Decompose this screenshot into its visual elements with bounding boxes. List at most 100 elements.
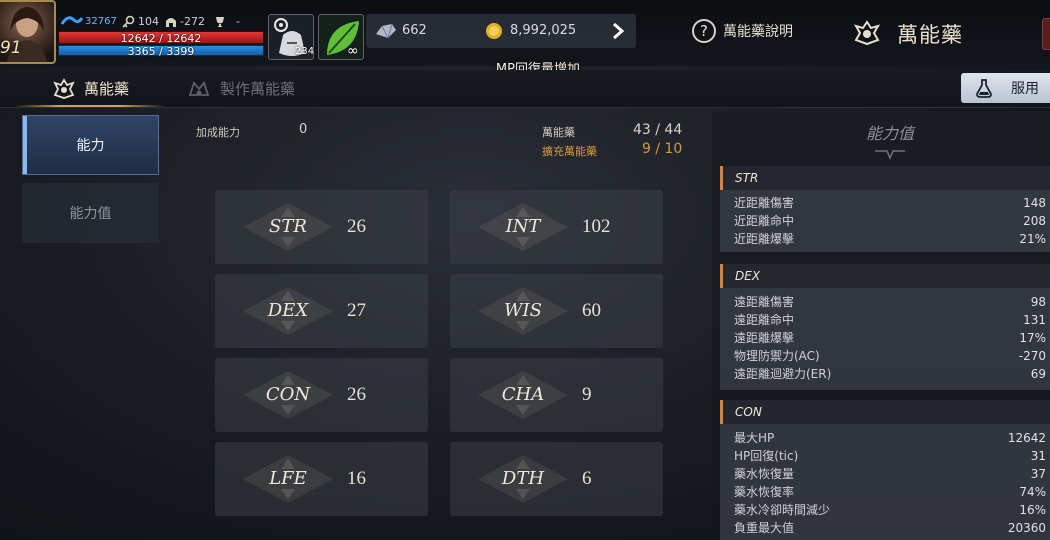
mp-text: 3365 / 3399 xyxy=(127,45,195,58)
expand-potion-count: 9 / 10 xyxy=(642,141,683,157)
exp-icon xyxy=(60,13,84,27)
tab-potion-label: 萬能藥 xyxy=(84,80,130,98)
chevron-right-icon xyxy=(613,22,625,40)
row-label: 藥水冷卻時間減少 xyxy=(734,503,831,517)
use-button-label: 服用 xyxy=(1011,81,1039,97)
section-dex: DEX 遠距離傷害 98 遠距離命中 131 遠距離爆擊 17% 物理防禦力(AC) -… xyxy=(720,264,1050,390)
gold-coin-icon xyxy=(484,21,504,41)
slot2-badge: ∞ xyxy=(347,43,359,59)
help-button[interactable]: ? 萬能藥說明 xyxy=(692,16,793,46)
row-value: 31 xyxy=(1030,449,1046,463)
potion-count-label: 萬能藥 xyxy=(542,126,575,139)
ornament-icon xyxy=(875,145,905,160)
list-item: HP回復(tic) 31 xyxy=(734,447,1046,465)
row-value: 74% xyxy=(1019,485,1046,499)
section-str: STR 近距離傷害 148 近距離命中 208 近距離爆擊 21% xyxy=(720,166,1050,252)
row-label: 遠距離迴避力(ER) xyxy=(734,367,832,381)
stat-name: INT xyxy=(505,216,541,237)
close-button[interactable] xyxy=(1042,18,1050,50)
stat-value: 26 xyxy=(347,384,366,405)
bonus-label: 加成能力 xyxy=(196,126,240,139)
quick-slot-potion[interactable]: 234 xyxy=(268,14,314,60)
use-button[interactable]: 服用 xyxy=(961,73,1050,103)
flask-icon xyxy=(976,79,992,98)
row-label: 遠距離命中 xyxy=(734,313,795,327)
stat-card-str[interactable]: STR 26 xyxy=(215,190,428,264)
list-item: 遠距離迴避力(ER) 69 xyxy=(734,365,1046,383)
stat-name: DTH xyxy=(501,468,545,489)
stat-card-int[interactable]: INT 102 xyxy=(450,190,663,264)
row-label: 負重最大值 xyxy=(734,521,795,535)
helm-icon xyxy=(164,14,178,28)
sidebar-item-ability-values[interactable]: 能力值 xyxy=(22,183,159,243)
expand-potion-label: 擴充萬能藥 xyxy=(542,145,597,158)
row-label: 藥水恢復量 xyxy=(734,467,795,481)
ability-panel-title: 能力值 xyxy=(865,124,914,143)
row-value: 148 xyxy=(1023,196,1046,210)
stat-card-con[interactable]: CON 26 xyxy=(215,358,428,432)
row-value: 12642 xyxy=(1007,431,1046,445)
list-item: 近距離傷害 148 xyxy=(734,194,1046,212)
stat-card-cha[interactable]: CHA 9 xyxy=(450,358,663,432)
list-item: 遠距離爆擊 17% xyxy=(734,329,1046,347)
stat-name: WIS xyxy=(504,300,542,321)
stat-value: 9 xyxy=(582,384,592,405)
quick-slot-leaf[interactable]: ∞ xyxy=(318,14,364,60)
row-value: 16% xyxy=(1019,503,1046,517)
helm-value: -272 xyxy=(180,15,205,28)
list-item: 藥水恢復量 37 xyxy=(734,465,1046,483)
exp-count: 32767 xyxy=(85,16,117,27)
crystal-count: 662 xyxy=(402,23,427,38)
stat-name: DEX xyxy=(267,300,309,321)
section-title: STR xyxy=(720,166,1050,190)
row-label: 近距離爆擊 xyxy=(734,232,795,246)
row-value: 37 xyxy=(1030,467,1046,481)
sidebar-item-ability[interactable]: 能力 xyxy=(22,115,159,175)
sidebar-item-label: 能力值 xyxy=(69,206,112,222)
tab-potion[interactable]: 萬能藥 xyxy=(52,70,129,107)
row-value: -270 xyxy=(1018,349,1046,363)
row-label: 遠距離爆擊 xyxy=(734,331,795,345)
stat-card-dex[interactable]: DEX 27 xyxy=(215,274,428,348)
stat-value: 26 xyxy=(347,216,366,237)
bonus-value: 0 xyxy=(299,122,308,137)
section-title: DEX xyxy=(720,264,1050,288)
list-item: 遠距離命中 131 xyxy=(734,311,1046,329)
row-label: 遠距離傷害 xyxy=(734,295,795,309)
page-title: 萬能藥 xyxy=(897,23,963,47)
tab-bar xyxy=(0,70,1050,108)
section-title: CON xyxy=(720,400,1050,424)
row-label: 藥水恢復率 xyxy=(734,485,795,499)
hp-text: 12642 / 12642 xyxy=(120,32,202,45)
stat-value: 60 xyxy=(582,300,601,321)
stat-value: 16 xyxy=(347,468,366,489)
potion-emblem-icon xyxy=(53,77,75,99)
level-text: 91 xyxy=(0,38,22,58)
tab-craft[interactable]: 製作萬能藥 xyxy=(186,70,295,107)
list-item: 最大HP 12642 xyxy=(734,429,1046,447)
row-label: 物理防禦力(AC) xyxy=(734,349,820,363)
list-item: 近距離命中 208 xyxy=(734,212,1046,230)
key-count: 104 xyxy=(138,15,159,28)
stat-name: CON xyxy=(265,384,311,405)
stat-value: 6 xyxy=(582,468,592,489)
question-icon: ? xyxy=(692,19,716,43)
list-item: 遠距離傷害 98 xyxy=(734,293,1046,311)
section-con: CON 最大HP 12642 HP回復(tic) 31 藥水恢復量 37 藥水恢復率 7… xyxy=(720,400,1050,540)
key-icon xyxy=(121,14,135,28)
stat-name: STR xyxy=(269,216,307,237)
list-item: 負重最大值 20360 xyxy=(734,519,1046,537)
stat-card-lfe[interactable]: LFE 16 xyxy=(215,442,428,516)
row-value: 69 xyxy=(1030,367,1046,381)
help-label: 萬能藥說明 xyxy=(723,24,793,40)
tab-craft-label: 製作萬能藥 xyxy=(220,80,296,98)
row-label: 近距離命中 xyxy=(734,214,795,228)
mp-bar: 3365 / 3399 xyxy=(58,45,264,58)
active-tab-indicator xyxy=(14,105,166,107)
potion-emblem-icon xyxy=(852,18,882,48)
stat-card-dth[interactable]: DTH 6 xyxy=(450,442,663,516)
stat-value: 27 xyxy=(347,300,366,321)
currency-expand-button[interactable] xyxy=(608,20,628,42)
stat-card-wis[interactable]: WIS 60 xyxy=(450,274,663,348)
gold-count: 8,992,025 xyxy=(510,23,577,38)
